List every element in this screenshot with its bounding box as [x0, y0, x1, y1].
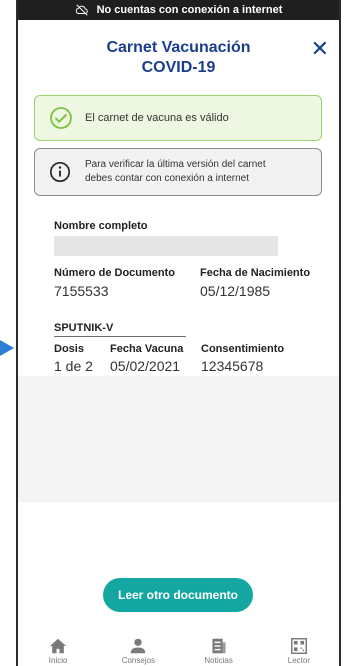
consent-label: Consentimiento	[201, 343, 285, 355]
phone-screen: No cuentas con conexión a internet Carne…	[16, 0, 341, 666]
info-banner: Para verificar la última versión del car…	[34, 148, 322, 196]
consent-value: 12345678	[201, 358, 264, 374]
document-value: 7155533	[54, 283, 109, 299]
page-title: Carnet Vacunación COVID-19	[18, 38, 339, 78]
nav-label-noticias: Noticias	[204, 656, 233, 665]
bottom-nav: Inicio Consejos Noticias Lector	[18, 630, 339, 666]
qr-icon	[290, 638, 307, 654]
document-label: Número de Documento	[54, 267, 176, 279]
info-line-1: Para verificar la última versión del car…	[85, 159, 266, 170]
nav-label-consejos: Consejos	[121, 656, 156, 665]
birth-label: Fecha de Nacimiento	[200, 267, 311, 279]
info-icon	[50, 162, 70, 182]
valid-text: El carnet de vacuna es válido	[85, 112, 229, 124]
check-circle-icon	[50, 107, 72, 129]
vaccine-date-value: 05/02/2021	[110, 358, 181, 374]
info-line-2: debes contar con conexión a internet	[85, 173, 249, 184]
name-label: Nombre completo	[54, 220, 148, 232]
cloud-off-icon	[75, 4, 88, 16]
close-button[interactable]: ✕	[311, 36, 329, 62]
vaccine-detail-panel	[18, 376, 339, 502]
valid-banner: El carnet de vacuna es válido	[34, 95, 322, 141]
header: Carnet Vacunación COVID-19 ✕	[18, 20, 339, 78]
news-icon	[212, 638, 226, 654]
pointer-arrow	[0, 340, 14, 356]
nav-item-inicio[interactable]: Inicio	[28, 630, 88, 665]
vaccine-divider	[54, 336, 186, 337]
title-line-2: COVID-19	[141, 59, 216, 76]
home-icon	[50, 638, 67, 654]
info-text: Para verificar la última versión del car…	[85, 158, 266, 186]
nav-item-noticias[interactable]: Noticias	[189, 630, 249, 665]
status-text: No cuentas con conexión a internet	[96, 4, 283, 16]
status-bar: No cuentas con conexión a internet	[18, 0, 339, 20]
dose-label: Dosis	[54, 343, 84, 355]
birth-value: 05/12/1985	[200, 283, 271, 299]
read-other-document-button[interactable]: Leer otro documento	[103, 578, 253, 612]
close-icon: ✕	[310, 36, 329, 61]
person-icon	[131, 638, 146, 654]
nav-item-consejos[interactable]: Consejos	[108, 630, 168, 665]
nav-label-lector: Lector	[287, 656, 310, 665]
vaccine-name: SPUTNIK-V	[54, 322, 114, 334]
name-value-redacted	[54, 236, 278, 256]
nav-item-lector[interactable]: Lector	[269, 630, 329, 665]
dose-value: 1 de 2	[54, 358, 93, 374]
title-line-1: Carnet Vacunación	[106, 39, 251, 56]
nav-label-inicio: Inicio	[48, 656, 68, 665]
vaccine-date-label: Fecha Vacuna	[110, 343, 184, 355]
